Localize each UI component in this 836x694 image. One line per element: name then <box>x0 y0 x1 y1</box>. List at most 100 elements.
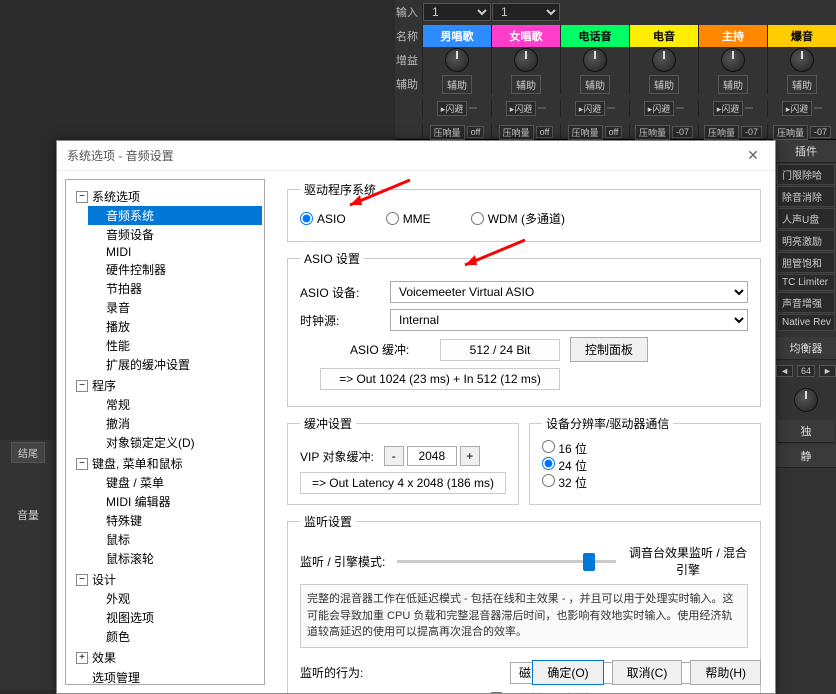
radio-24bit[interactable]: 24 位 <box>542 459 587 473</box>
asio-device-select[interactable]: Voicemeeter Virtual ASIO <box>390 281 748 303</box>
eq-right-btn[interactable]: ► <box>819 365 836 377</box>
comp-btn-5[interactable]: 压响量 <box>773 125 808 140</box>
volume-label: 音量 <box>0 503 56 527</box>
monitor-mode-slider[interactable] <box>397 551 616 571</box>
clock-source-select[interactable]: Internal <box>390 309 748 331</box>
input-select-1[interactable]: 1 <box>492 3 560 21</box>
tree-playback[interactable]: 播放 <box>88 317 262 336</box>
aux-btn-1[interactable]: 辅助 <box>511 75 541 94</box>
right-panel: 插件 门限除哈除音消除人声U盘明亮激励胆管饱和TC Limiter声音增强Nat… <box>776 140 836 694</box>
comp-btn-1[interactable]: 压响量 <box>499 125 534 140</box>
tree-appearance[interactable]: 外观 <box>88 589 262 608</box>
cancel-button[interactable]: 取消(C) <box>612 660 683 685</box>
mix-input-checkbox[interactable] <box>490 692 503 694</box>
tree-toggle-program[interactable]: − <box>76 380 88 392</box>
flash-btn-3[interactable]: ▸闪避 <box>644 101 675 116</box>
tree-hw-controller[interactable]: 硬件控制器 <box>88 260 262 279</box>
buffer-settings-group: 缓冲设置 VIP 对象缓冲: - 2048 + => Out Latency 4… <box>287 415 519 505</box>
tree-ext-buffer[interactable]: 扩展的缓冲设置 <box>88 355 262 374</box>
dialog-titlebar: 系统选项 - 音频设置 ✕ <box>57 141 775 171</box>
tree-mouse[interactable]: 鼠标 <box>88 530 262 549</box>
comp-btn-3[interactable]: 压响量 <box>635 125 670 140</box>
tree-special-keys[interactable]: 特殊键 <box>88 511 262 530</box>
control-panel-button[interactable]: 控制面板 <box>570 337 648 362</box>
tree-midi-editor[interactable]: MIDI 编辑器 <box>88 492 262 511</box>
tree-toggle-kbd[interactable]: − <box>76 458 88 470</box>
radio-32bit[interactable]: 32 位 <box>542 476 587 490</box>
tree-midi[interactable]: MIDI <box>88 244 262 260</box>
settings-tree[interactable]: −系统选项 音频系统 音频设备 MIDI 硬件控制器 节拍器 录音 播放 性能 … <box>65 179 265 685</box>
gain-knob-1[interactable] <box>514 48 538 72</box>
plugin-item-3[interactable]: 明亮激励 <box>777 230 835 251</box>
eq-left-btn[interactable]: ◄ <box>776 365 793 377</box>
plugin-item-4[interactable]: 胆管饱和 <box>777 252 835 273</box>
eq-value: 64 <box>797 365 815 377</box>
dialog-title-text: 系统选项 - 音频设置 <box>67 147 174 164</box>
tree-toggle-effects[interactable]: + <box>76 652 88 664</box>
tree-view-options[interactable]: 视图选项 <box>88 608 262 627</box>
mute-header[interactable]: 静 <box>776 445 836 468</box>
flash-btn-1[interactable]: ▸闪避 <box>506 101 537 116</box>
flash-btn-2[interactable]: ▸闪避 <box>575 101 606 116</box>
gain-knob-4[interactable] <box>721 48 745 72</box>
plugin-item-6[interactable]: 声音增强 <box>777 292 835 313</box>
flash-btn-5[interactable]: ▸闪避 <box>782 101 813 116</box>
aux-btn-4[interactable]: 辅助 <box>718 75 748 94</box>
flash-btn-0[interactable]: ▸闪避 <box>437 101 468 116</box>
plugin-item-0[interactable]: 门限除哈 <box>777 164 835 185</box>
tree-color[interactable]: 颜色 <box>88 627 262 646</box>
eq-knob[interactable] <box>794 388 818 412</box>
radio-16bit[interactable]: 16 位 <box>542 442 587 456</box>
ok-button[interactable]: 确定(O) <box>532 660 603 685</box>
tree-general[interactable]: 常规 <box>88 395 262 414</box>
row-name-label: 名称 <box>395 28 422 44</box>
asio-latency-info: => Out 1024 (23 ms) + In 512 (12 ms) <box>320 368 560 390</box>
aux-btn-2[interactable]: 辅助 <box>580 75 610 94</box>
gain-knob-3[interactable] <box>652 48 676 72</box>
plugin-item-1[interactable]: 除音消除 <box>777 186 835 207</box>
gain-knob-0[interactable] <box>445 48 469 72</box>
radio-wdm[interactable]: WDM (多通道) <box>471 210 565 227</box>
input-select-0[interactable]: 1 <box>423 3 491 21</box>
aux-btn-5[interactable]: 辅助 <box>787 75 817 94</box>
radio-mme[interactable]: MME <box>386 210 431 227</box>
gain-knob-2[interactable] <box>583 48 607 72</box>
track-header: 输入 1 1 名称 男唱歌女唱歌电话音电音主持爆音 增益 辅助 辅助辅助辅助辅助… <box>395 0 836 140</box>
tree-metronome[interactable]: 节拍器 <box>88 279 262 298</box>
tree-toggle-system[interactable]: − <box>76 191 88 203</box>
vip-buffer-inc[interactable]: + <box>460 446 480 466</box>
comp-btn-0[interactable]: 压响量 <box>430 125 465 140</box>
aux-btn-0[interactable]: 辅助 <box>442 75 472 94</box>
solo-header[interactable]: 独 <box>778 420 834 443</box>
tree-undo[interactable]: 撤消 <box>88 414 262 433</box>
tree-obj-lock[interactable]: 对象锁定定义(D) <box>88 433 262 452</box>
settings-content: 驱动程序系统 ASIO MME WDM (多通道) ASIO 设置 ASIO 设… <box>273 171 775 693</box>
close-icon[interactable]: ✕ <box>741 144 765 168</box>
end-button[interactable]: 结尾 <box>11 442 45 463</box>
comp-btn-4[interactable]: 压响量 <box>704 125 739 140</box>
aux-btn-3[interactable]: 辅助 <box>649 75 679 94</box>
gain-knob-5[interactable] <box>790 48 814 72</box>
plugins-header: 插件 <box>776 140 836 163</box>
tree-option-mgmt[interactable]: 选项管理 <box>68 668 262 685</box>
eq-header: 均衡器 <box>776 337 836 360</box>
help-button[interactable]: 帮助(H) <box>690 660 761 685</box>
tree-kbd-menu[interactable]: 键盘 / 菜单 <box>88 473 262 492</box>
tree-mouse-wheel[interactable]: 鼠标滚轮 <box>88 549 262 568</box>
settings-dialog: 系统选项 - 音频设置 ✕ −系统选项 音频系统 音频设备 MIDI 硬件控制器… <box>56 140 776 694</box>
asio-buffer-value: 512 / 24 Bit <box>440 339 560 361</box>
plugin-item-2[interactable]: 人声U盘 <box>777 208 835 229</box>
comp-btn-2[interactable]: 压响量 <box>568 125 603 140</box>
plugin-item-7[interactable]: Native Rev <box>777 314 835 331</box>
tree-record[interactable]: 录音 <box>88 298 262 317</box>
left-panel: 结尾 音量 <box>0 440 56 690</box>
flash-btn-4[interactable]: ▸闪避 <box>713 101 744 116</box>
vip-buffer-value: 2048 <box>407 446 457 466</box>
plugin-item-5[interactable]: TC Limiter <box>777 274 835 291</box>
tree-toggle-design[interactable]: − <box>76 574 88 586</box>
tree-audio-system[interactable]: 音频系统 <box>88 206 262 225</box>
radio-asio[interactable]: ASIO <box>300 210 346 227</box>
tree-audio-device[interactable]: 音频设备 <box>88 225 262 244</box>
vip-buffer-dec[interactable]: - <box>384 446 404 466</box>
tree-performance[interactable]: 性能 <box>88 336 262 355</box>
